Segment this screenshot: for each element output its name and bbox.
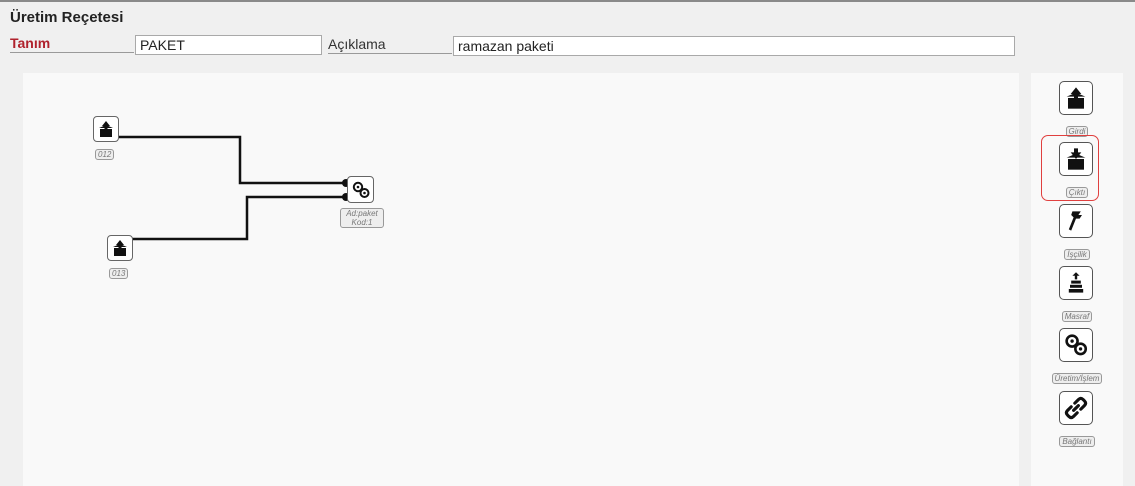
gears-icon <box>1059 328 1093 362</box>
tanim-input[interactable] <box>135 35 322 55</box>
tool-baglanti[interactable]: Bağlantı <box>1031 391 1123 453</box>
aciklama-input[interactable] <box>453 36 1015 56</box>
node-label: Ad:paket Kod:1 <box>340 208 384 228</box>
tool-label: Masraf <box>1031 306 1123 324</box>
coins-icon <box>1059 266 1093 300</box>
box-up-icon <box>107 235 133 261</box>
tool-uretim-islem[interactable]: Üretim/İşlem <box>1031 328 1123 390</box>
tool-label: Üretim/İşlem <box>1031 368 1123 386</box>
gears-icon <box>347 176 374 203</box>
selection-highlight <box>1041 135 1099 201</box>
tanim-label: Tanım <box>10 35 134 53</box>
top-border <box>0 0 1135 2</box>
node-label-line: Kod:1 <box>351 218 373 227</box>
tool-masraf[interactable]: Masraf <box>1031 266 1123 328</box>
tool-label: Bağlantı <box>1031 431 1123 449</box>
box-up-icon <box>1059 81 1093 115</box>
connection-lines <box>118 135 350 241</box>
aciklama-label: Açıklama <box>328 36 452 54</box>
node-label: 012 <box>95 149 115 160</box>
wrench-icon <box>1059 204 1093 238</box>
page-title: Üretim Reçetesi <box>10 9 124 26</box>
tool-iscilik[interactable]: İşçilik <box>1031 204 1123 266</box>
tool-girdi[interactable]: Girdi <box>1031 81 1123 143</box>
recipe-canvas[interactable]: 012 013 Ad:paket Kod:1 <box>23 73 1019 486</box>
box-up-icon <box>93 116 119 142</box>
node-label-line: Ad:paket <box>346 209 378 218</box>
node-label: 013 <box>109 268 129 279</box>
tool-label: İşçilik <box>1031 244 1123 262</box>
link-icon <box>1059 391 1093 425</box>
